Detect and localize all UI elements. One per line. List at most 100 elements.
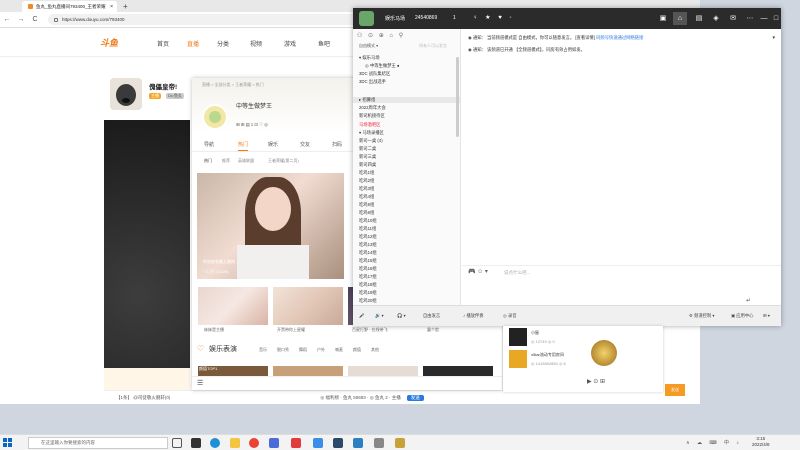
taskbar-search-input[interactable]: 在这里输入你要搜索的内容 <box>28 437 168 449</box>
input-tool-icons[interactable]: 🎮 ☺ ▾ <box>468 268 488 275</box>
video-player[interactable] <box>104 120 190 370</box>
rec-tab-music[interactable]: 音乐 <box>259 347 267 353</box>
channel-item[interactable]: 新司三桌 <box>359 154 376 160</box>
rec-tab-outdoor[interactable]: 户外 <box>317 347 325 353</box>
channel-item[interactable]: 3DC 出战选手 <box>359 79 386 85</box>
more-icon[interactable]: ⋯ <box>743 12 757 25</box>
list-icon[interactable]: ▤ <box>692 12 706 25</box>
channel-item[interactable]: ◎ 中等生做梦王 ● <box>365 63 400 69</box>
channel-item[interactable]: 吃鸡19组 <box>359 290 377 296</box>
channel-item[interactable]: 吃鸡1组 <box>359 170 374 176</box>
nav-home[interactable]: 首页 <box>157 39 169 48</box>
new-tab-button[interactable]: + <box>123 2 128 11</box>
orange-send-button[interactable]: 发送 <box>665 384 685 396</box>
yy-icon[interactable] <box>395 438 405 448</box>
speaker-icon[interactable]: 🔊 ▾ <box>375 313 384 319</box>
subtab-hot[interactable]: 热门 <box>204 158 212 164</box>
download-icon[interactable] <box>374 438 384 448</box>
tab-ent[interactable]: 娱乐 <box>268 141 278 148</box>
mail-icon[interactable]: ✉ <box>726 12 740 25</box>
subtab-wzry[interactable]: 王者荣耀(第二页) <box>268 158 299 164</box>
nav-game[interactable]: 游戏 <box>284 39 296 48</box>
channel-item[interactable]: 吃鸡20组 <box>359 298 377 304</box>
channel-item[interactable]: 吃鸡13组 <box>359 242 377 248</box>
channel-item[interactable]: 新司四桌 <box>359 162 376 168</box>
chrome-icon[interactable] <box>249 438 259 448</box>
clock[interactable]: 3:15 2022/4/8 <box>752 436 770 448</box>
menu-icon[interactable]: ☰ <box>197 379 203 387</box>
system-tray-icons[interactable]: ∧ ☁ ⌨ 中 ♪ <box>686 439 742 446</box>
featured-stream[interactable]: 你站穿衣美上美刷 ♡17万 ◎1296 <box>197 173 344 279</box>
free-speak-button[interactable]: 自由发言 <box>423 313 440 319</box>
channel-item[interactable]: 吃鸡6组 <box>359 210 374 216</box>
url-input[interactable]: https://www.douyu.com/793400 <box>48 14 378 25</box>
channel-item[interactable]: 新司一桌 (4) <box>359 138 383 144</box>
collapse-icon[interactable]: ▾ <box>772 35 775 41</box>
steam-icon[interactable] <box>333 438 343 448</box>
app-icon-1[interactable] <box>269 438 279 448</box>
mic-icon[interactable]: 🎤 <box>359 313 364 319</box>
widgets-icon[interactable] <box>191 438 201 448</box>
subtab-rec[interactable]: 推荐 <box>222 158 230 164</box>
channel-small-icons[interactable]: ♀ ★ ♥ ◦ <box>473 14 515 21</box>
room-row-2[interactable]: x5tar流动专用房间 ◎ 1415852850 ◎ 6 <box>509 350 659 370</box>
edge-icon[interactable] <box>210 438 220 448</box>
nav-category[interactable]: 分类 <box>217 39 229 48</box>
rec-tab-other[interactable]: 其他 <box>371 347 379 353</box>
channel-item[interactable]: 新司二桌 <box>359 146 376 152</box>
channel-item[interactable]: 2022周年大会 <box>359 105 386 111</box>
notice-1-extra[interactable]: 同频号快速通过网络链接 <box>595 35 643 40</box>
sidebar-scrollbar[interactable] <box>456 57 459 137</box>
maximize-icon[interactable]: □ <box>769 12 783 25</box>
explorer-icon[interactable] <box>230 438 240 448</box>
channel-item[interactable]: 吃鸡14组 <box>359 250 377 256</box>
nav-live[interactable]: 直播 <box>187 39 199 48</box>
channel-item[interactable]: 吃鸡10组 <box>359 218 377 224</box>
nav-video[interactable]: 视频 <box>250 39 262 48</box>
channel-item[interactable]: ▾ 娱乐马场 <box>359 55 380 61</box>
rec-tab-dance[interactable]: 舞蹈 <box>299 347 307 353</box>
channel-control-button[interactable]: ⚙ 频道控制 ▾ <box>689 313 715 319</box>
close-tab-icon[interactable]: × <box>110 4 113 10</box>
thumb-2[interactable] <box>273 287 343 325</box>
windows-start-icon[interactable] <box>3 438 13 448</box>
subtab-lol[interactable]: 英雄联盟 <box>238 158 254 164</box>
channel-item[interactable]: ▾ 马场录播区 <box>359 130 384 136</box>
app-center-button[interactable]: ▣ 应用中心 <box>731 313 753 319</box>
rec-tab-shout[interactable]: 喊麦 <box>335 347 343 353</box>
app-icon-4[interactable] <box>353 438 363 448</box>
home-icon[interactable]: ⌂ <box>673 12 687 25</box>
channel-item[interactable]: ▸ 招募组 <box>353 97 460 103</box>
channel-item[interactable]: 吃鸡15组 <box>359 258 377 264</box>
play-music-button[interactable]: ♪ 播放伴奏 <box>463 313 484 319</box>
channel-item[interactable]: 吃鸡16组 <box>359 266 377 272</box>
room-footer-icons[interactable]: ▶ ⊙ ⊞ <box>587 378 605 385</box>
room-row-1[interactable]: 小屋 ◎ 12749 ◎ 0 <box>509 328 659 348</box>
channel-item[interactable]: 吃鸡2组 <box>359 178 374 184</box>
rec-tab-talk[interactable]: 脱口秀 <box>277 347 289 353</box>
channel-item[interactable]: 3DC 战队集结区 <box>359 71 390 77</box>
channel-item[interactable]: 马场酒吧区 <box>359 122 380 128</box>
video-icon[interactable]: ▣ <box>656 12 670 25</box>
channel-item[interactable]: 吃鸡4组 <box>359 194 374 200</box>
channel-item[interactable]: 吃鸡18组 <box>359 282 377 288</box>
send-button[interactable]: 发送 <box>406 394 424 401</box>
douyu-logo[interactable]: 斗鱼 <box>100 36 134 49</box>
refresh-icon[interactable]: C <box>28 16 42 23</box>
tab-scan[interactable]: 扫码 <box>332 141 342 148</box>
channel-item[interactable]: 新司机接待区 <box>359 113 385 119</box>
channel-item[interactable]: 吃鸡3组 <box>359 186 374 192</box>
rec-tab-face[interactable]: 颜值 <box>353 347 361 353</box>
nav-fishbar[interactable]: 鱼吧 <box>318 39 330 48</box>
channel-item[interactable]: 吃鸡12组 <box>359 234 377 240</box>
task-view-icon[interactable] <box>172 438 182 448</box>
back-icon[interactable]: ← <box>0 16 14 23</box>
mode-select[interactable]: 自由模式 ▾ <box>359 43 378 49</box>
app-icon-3[interactable] <box>313 438 323 448</box>
forward-icon[interactable]: → <box>14 16 28 23</box>
streamer-avatar[interactable] <box>110 78 142 110</box>
send-icon[interactable]: ↵ <box>746 297 751 304</box>
record-button[interactable]: ◎ 录音 <box>503 313 517 319</box>
app-icon-2[interactable] <box>291 438 301 448</box>
channel-item[interactable]: 吃鸡5组 <box>359 202 374 208</box>
